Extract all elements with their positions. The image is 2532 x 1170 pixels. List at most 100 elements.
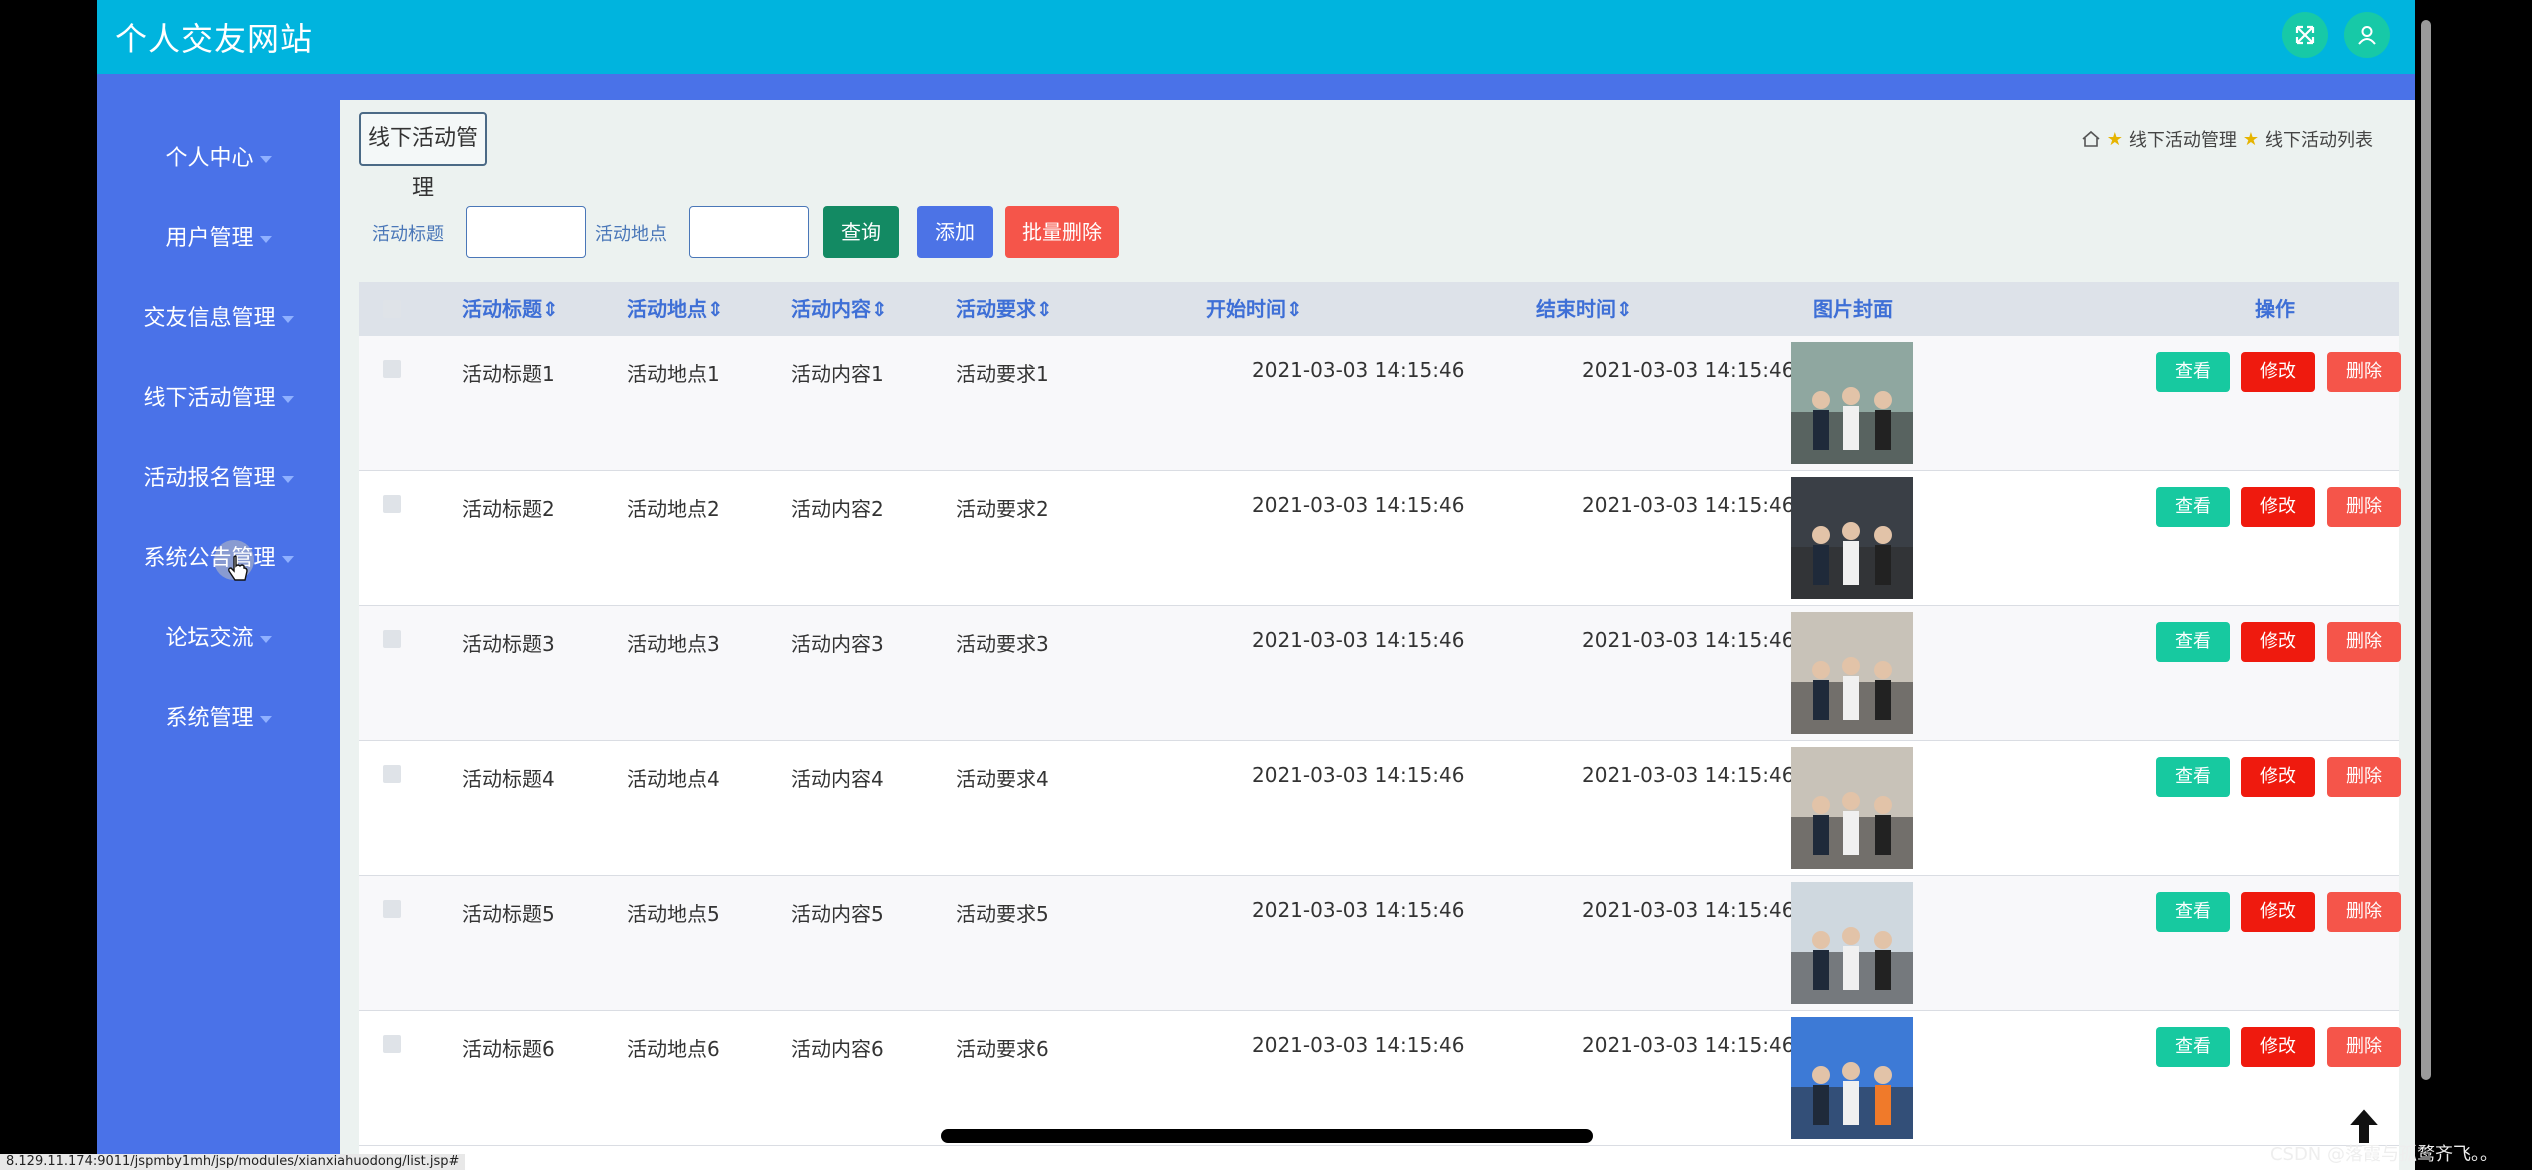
sidebar-item-dating-info[interactable]: 交友信息管理 xyxy=(97,299,340,339)
chevron-down-icon xyxy=(259,715,272,723)
view-button[interactable]: 查看 xyxy=(2156,622,2230,662)
sidebar-item-label: 交友信息管理 xyxy=(143,306,276,331)
view-button[interactable]: 查看 xyxy=(2156,757,2230,797)
chevron-down-icon xyxy=(281,315,294,323)
edit-button[interactable]: 修改 xyxy=(2241,757,2315,797)
search-place-label: 活动地点 xyxy=(595,224,667,245)
cell-start: 2021-03-03 14:15:46 xyxy=(1252,493,1465,517)
cell-end: 2021-03-03 14:15:46 xyxy=(1582,763,1795,787)
cell-content: 活动内容6 xyxy=(791,1037,884,1061)
user-icon[interactable] xyxy=(2344,12,2390,58)
cell-title: 活动标题3 xyxy=(462,632,555,656)
table-row: 活动标题2 活动地点2 活动内容2 活动要求2 2021-03-03 14:15:46 2… xyxy=(359,471,2401,606)
row-checkbox[interactable] xyxy=(383,630,401,648)
cell-title: 活动标题4 xyxy=(462,767,555,791)
cell-start: 2021-03-03 14:15:46 xyxy=(1252,628,1465,652)
edit-button[interactable]: 修改 xyxy=(2241,892,2315,932)
sidebar-item-system-management[interactable]: 系统管理 xyxy=(97,699,340,739)
cover-image xyxy=(1791,747,1913,869)
edit-button[interactable]: 修改 xyxy=(2241,352,2315,392)
cell-requirement: 活动要求5 xyxy=(956,902,1049,926)
sidebar-item-user-management[interactable]: 用户管理 xyxy=(97,219,340,259)
view-button[interactable]: 查看 xyxy=(2156,487,2230,527)
status-url: 8.129.11.174:9011/jspmby1mh/jsp/modules/… xyxy=(0,1154,466,1170)
col-actions-header: 操作 xyxy=(2255,297,2295,321)
table-row: 活动标题3 活动地点3 活动内容3 活动要求3 2021-03-03 14:15:46 2… xyxy=(359,606,2401,741)
edit-button[interactable]: 修改 xyxy=(2241,487,2315,527)
sort-icon: ⇕ xyxy=(1616,297,1633,321)
view-button[interactable]: 查看 xyxy=(2156,1027,2230,1067)
cell-content: 活动内容4 xyxy=(791,767,884,791)
row-checkbox[interactable] xyxy=(383,765,401,783)
breadcrumb-level1[interactable]: 线下活动管理 xyxy=(2129,126,2237,152)
delete-button[interactable]: 删除 xyxy=(2327,1027,2401,1067)
cell-requirement: 活动要求6 xyxy=(956,1037,1049,1061)
app-window: 个人交友网站 个人中心 用户管理 交友信息管理 线下活动管理 活动报名管理 系统… xyxy=(97,0,2415,1170)
cell-end: 2021-03-03 14:15:46 xyxy=(1582,493,1795,517)
top-header: 个人交友网站 xyxy=(97,0,2415,74)
sidebar-item-personal-center[interactable]: 个人中心 xyxy=(97,139,340,179)
sidebar-item-forum[interactable]: 论坛交流 xyxy=(97,619,340,659)
home-indicator[interactable] xyxy=(941,1129,1593,1143)
view-button[interactable]: 查看 xyxy=(2156,892,2230,932)
sort-icon: ⇕ xyxy=(542,297,559,321)
sidebar-item-label: 活动报名管理 xyxy=(143,466,276,491)
col-start-header[interactable]: 开始时间⇕ xyxy=(1206,282,1303,336)
search-title-label: 活动标题 xyxy=(372,224,444,245)
sort-icon: ⇕ xyxy=(1286,297,1303,321)
sidebar-item-label: 线下活动管理 xyxy=(143,386,276,411)
sidebar-item-label: 系统公告管理 xyxy=(143,546,276,571)
section-title-button[interactable]: 线下活动管理 xyxy=(359,112,487,201)
chevron-down-icon xyxy=(259,635,272,643)
expand-icon[interactable] xyxy=(2282,12,2328,58)
cell-title: 活动标题6 xyxy=(462,1037,555,1061)
search-place-input[interactable] xyxy=(689,206,809,258)
cover-image xyxy=(1791,1017,1913,1139)
chevron-down-icon xyxy=(281,555,294,563)
cell-place: 活动地点3 xyxy=(627,632,720,656)
cell-end: 2021-03-03 14:15:46 xyxy=(1582,898,1795,922)
sidebar-item-announcements[interactable]: 系统公告管理 xyxy=(97,539,340,579)
delete-button[interactable]: 删除 xyxy=(2327,757,2401,797)
edit-button[interactable]: 修改 xyxy=(2241,622,2315,662)
scrollbar-thumb[interactable] xyxy=(2421,20,2431,1080)
sidebar-item-label: 用户管理 xyxy=(165,226,254,251)
cell-content: 活动内容5 xyxy=(791,902,884,926)
col-place-header[interactable]: 活动地点⇕ xyxy=(627,282,724,336)
col-requirement-header[interactable]: 活动要求⇕ xyxy=(956,282,1053,336)
sidebar: 个人中心 用户管理 交友信息管理 线下活动管理 活动报名管理 系统公告管理 论坛… xyxy=(97,100,340,1170)
col-end-header[interactable]: 结束时间⇕ xyxy=(1536,282,1633,336)
row-checkbox[interactable] xyxy=(383,1035,401,1053)
row-checkbox[interactable] xyxy=(383,360,401,378)
cell-content: 活动内容3 xyxy=(791,632,884,656)
sidebar-item-offline-activities[interactable]: 线下活动管理 xyxy=(97,379,340,419)
add-button[interactable]: 添加 xyxy=(917,206,993,258)
sidebar-item-label: 系统管理 xyxy=(165,706,254,731)
select-all-checkbox[interactable] xyxy=(383,300,401,318)
col-content-header[interactable]: 活动内容⇕ xyxy=(791,282,888,336)
breadcrumb-level2: 线下活动列表 xyxy=(2265,130,2373,151)
batch-delete-button[interactable]: 批量删除 xyxy=(1005,206,1119,258)
query-button[interactable]: 查询 xyxy=(823,206,899,258)
delete-button[interactable]: 删除 xyxy=(2327,487,2401,527)
cell-title: 活动标题1 xyxy=(462,362,555,386)
row-checkbox[interactable] xyxy=(383,900,401,918)
home-icon[interactable] xyxy=(2081,129,2101,149)
sidebar-item-activity-signup[interactable]: 活动报名管理 xyxy=(97,459,340,499)
delete-button[interactable]: 删除 xyxy=(2327,892,2401,932)
col-title-header[interactable]: 活动标题⇕ xyxy=(462,282,559,336)
cell-requirement: 活动要求2 xyxy=(956,497,1049,521)
breadcrumb: ★ 线下活动管理 ★ 线下活动列表 xyxy=(2081,126,2373,152)
cell-place: 活动地点5 xyxy=(627,902,720,926)
row-checkbox[interactable] xyxy=(383,495,401,513)
star-icon: ★ xyxy=(2106,128,2123,150)
cell-start: 2021-03-03 14:15:46 xyxy=(1252,358,1465,382)
cover-image xyxy=(1791,882,1913,1004)
view-button[interactable]: 查看 xyxy=(2156,352,2230,392)
search-title-input[interactable] xyxy=(466,206,586,258)
chevron-down-icon xyxy=(281,475,294,483)
delete-button[interactable]: 删除 xyxy=(2327,352,2401,392)
edit-button[interactable]: 修改 xyxy=(2241,1027,2315,1067)
cell-title: 活动标题5 xyxy=(462,902,555,926)
delete-button[interactable]: 删除 xyxy=(2327,622,2401,662)
